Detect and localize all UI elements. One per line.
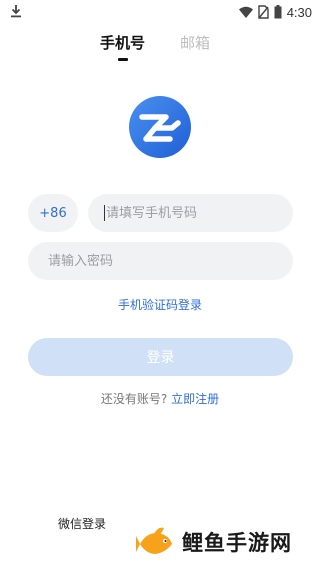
password-field-container bbox=[28, 242, 293, 280]
login-button[interactable]: 登录 bbox=[28, 338, 293, 376]
wechat-login-button[interactable]: 微信登录 bbox=[58, 515, 106, 532]
download-icon bbox=[11, 5, 21, 18]
no-sim-icon bbox=[257, 5, 269, 19]
login-tabs: 手机号 邮箱 bbox=[0, 30, 320, 66]
active-tab-indicator bbox=[118, 58, 128, 61]
sms-code-login-link[interactable]: 手机验证码登录 bbox=[0, 296, 320, 313]
status-bar: 4:30 bbox=[0, 0, 320, 24]
status-time: 4:30 bbox=[286, 4, 312, 20]
watermark-text: 鲤鱼手游网 bbox=[182, 531, 292, 555]
password-input[interactable] bbox=[46, 252, 293, 270]
register-row: 还没有账号? 立即注册 bbox=[0, 390, 320, 407]
fish-logo-icon bbox=[136, 527, 172, 554]
status-icons: 4:30 bbox=[238, 3, 312, 21]
register-prompt: 还没有账号? bbox=[100, 392, 168, 406]
register-link[interactable]: 立即注册 bbox=[171, 392, 219, 406]
text-caret bbox=[104, 205, 105, 221]
phone-input[interactable] bbox=[104, 204, 293, 222]
tab-email[interactable]: 邮箱 bbox=[180, 32, 210, 53]
watermark: 鲤鱼手游网 bbox=[136, 522, 316, 562]
tab-phone[interactable]: 手机号 bbox=[100, 32, 145, 53]
country-code-selector[interactable]: +86 bbox=[28, 194, 78, 232]
app-logo bbox=[129, 96, 191, 158]
phone-field-container bbox=[88, 194, 293, 232]
wifi-icon bbox=[238, 6, 253, 18]
battery-icon bbox=[274, 5, 282, 19]
